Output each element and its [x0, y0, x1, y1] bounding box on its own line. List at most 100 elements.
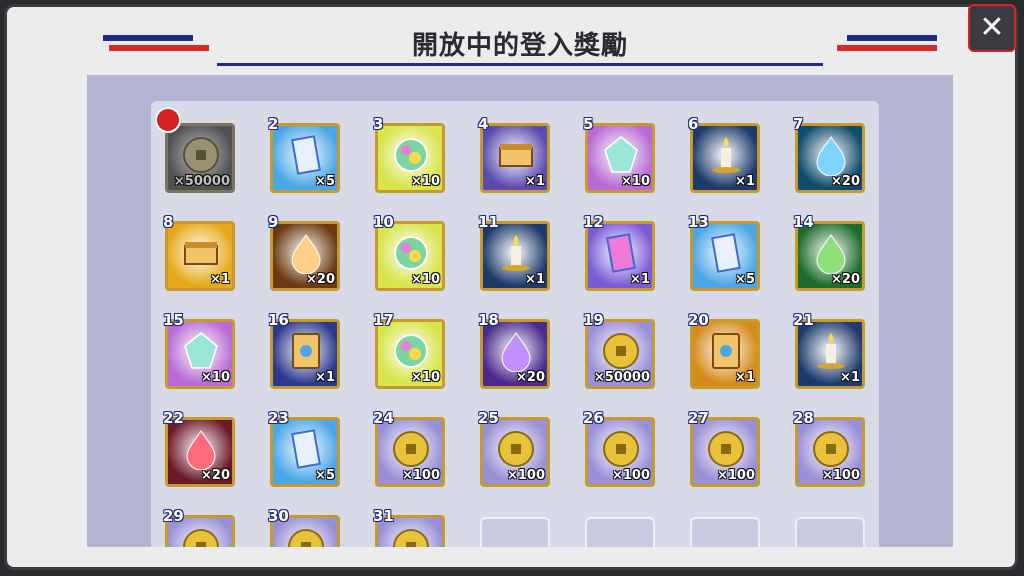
reward-quantity: ×1	[525, 174, 545, 189]
framed-card-icon	[705, 330, 747, 372]
reward-day-number: 30	[268, 507, 289, 525]
reward-slot[interactable]: 30	[268, 507, 340, 547]
reward-slot[interactable]: ×20 9	[268, 213, 340, 291]
reward-slot[interactable]: 31	[373, 507, 445, 547]
ticket-icon	[285, 428, 327, 470]
reward-grid: ×500001 ×5 2 ×10 3 ×1 4 ×10 5 ×1 6 ×20 7 ×1 8 ×20 9 ×10 10…	[151, 101, 879, 547]
reward-day-number: 2	[268, 115, 279, 133]
reward-tile: ×1	[270, 319, 340, 389]
reward-quantity: ×50000	[593, 370, 650, 385]
reward-day-number: 7	[793, 115, 804, 133]
reward-tile: ×100	[480, 417, 550, 487]
reward-slot[interactable]: ×10 5	[583, 115, 655, 193]
reward-slot[interactable]: ×10 10	[373, 213, 445, 291]
gold-coin-icon	[180, 526, 222, 547]
reward-day-number: 13	[688, 213, 709, 231]
reward-quantity: ×20	[516, 370, 545, 385]
reward-quantity: ×20	[831, 174, 860, 189]
empty-reward-slot	[795, 517, 865, 547]
reward-slot[interactable]: 29	[163, 507, 235, 547]
reward-tile: ×1	[690, 319, 760, 389]
red-drop-icon	[180, 428, 222, 471]
reward-tile: ×100	[375, 417, 445, 487]
reward-day-number: 14	[793, 213, 814, 231]
reward-slot[interactable]: ×5 23	[268, 409, 340, 487]
reward-quantity: ×20	[201, 468, 230, 483]
reward-slot[interactable]: ×20 7	[793, 115, 865, 193]
reward-slot[interactable]: ×10 17	[373, 311, 445, 389]
reward-quantity: ×100	[611, 468, 650, 483]
reward-slot[interactable]: ×100 26	[583, 409, 655, 487]
reward-tile: ×10	[375, 221, 445, 291]
reward-slot[interactable]: ×5 2	[268, 115, 340, 193]
crystal-icon	[180, 330, 222, 372]
reward-quantity: ×1	[735, 370, 755, 385]
reward-slot[interactable]: ×1 11	[478, 213, 550, 291]
reward-day-number: 19	[583, 311, 604, 329]
reward-slot[interactable]: ×20 18	[478, 311, 550, 389]
reward-quantity: ×20	[831, 272, 860, 287]
reward-tile: ×1	[585, 221, 655, 291]
reward-day-number: 16	[268, 311, 289, 329]
reward-quantity: ×10	[411, 174, 440, 189]
gold-coin-icon	[600, 330, 642, 372]
reward-day-number: 27	[688, 409, 709, 427]
reward-slot[interactable]: ×50000 19	[583, 311, 655, 389]
reward-day-number: 15	[163, 311, 184, 329]
gold-coin-icon	[180, 134, 222, 176]
reward-day-number: 11	[478, 213, 499, 231]
reward-slot[interactable]: ×1 8	[163, 213, 235, 291]
reward-quantity: ×5	[315, 468, 335, 483]
reward-tile: ×20	[795, 221, 865, 291]
reward-tile: ×1	[480, 221, 550, 291]
reward-tile: ×100	[690, 417, 760, 487]
reward-quantity: ×5	[735, 272, 755, 287]
close-button[interactable]: ✕	[968, 4, 1016, 52]
title-bar: 開放中的登入獎勵	[87, 19, 953, 71]
reward-quantity: ×100	[506, 468, 545, 483]
reward-slot[interactable]: ×1 21	[793, 311, 865, 389]
reward-quantity: ×100	[821, 468, 860, 483]
card-icon	[285, 330, 327, 372]
reward-day-number: 10	[373, 213, 394, 231]
reward-slot[interactable]: ×20 22	[163, 409, 235, 487]
reward-day-number: 22	[163, 409, 184, 427]
reward-tile: ×20	[270, 221, 340, 291]
reward-slot[interactable]: ×100 24	[373, 409, 445, 487]
rainbow-orb-icon	[390, 232, 432, 274]
reward-slot[interactable]: ×500001	[155, 107, 235, 193]
reward-tile: ×50000	[165, 123, 235, 193]
reward-slot[interactable]: ×1 20	[688, 311, 760, 389]
reward-tile: ×1	[165, 221, 235, 291]
reward-slot[interactable]: ×20 14	[793, 213, 865, 291]
reward-quantity: ×1	[735, 174, 755, 189]
gold-coin-icon	[495, 428, 537, 470]
reward-slot[interactable]: ×10 15	[163, 311, 235, 389]
reward-day-number: 24	[373, 409, 394, 427]
reward-slot[interactable]: ×1 12	[583, 213, 655, 291]
reward-quantity: ×1	[210, 272, 230, 287]
reward-slot[interactable]: ×10 3	[373, 115, 445, 193]
reward-quantity: ×10	[201, 370, 230, 385]
reward-slot[interactable]: ×100 25	[478, 409, 550, 487]
gold-coin-icon	[390, 526, 432, 547]
reward-day-number: 8	[163, 213, 174, 231]
reward-slot[interactable]: ×1 4	[478, 115, 550, 193]
reward-day-number: 18	[478, 311, 499, 329]
reward-slot[interactable]: ×1 6	[688, 115, 760, 193]
ticket-icon	[285, 134, 327, 176]
blue-drop-icon	[810, 134, 852, 177]
reward-quantity: ×1	[840, 370, 860, 385]
reward-quantity: ×5	[315, 174, 335, 189]
reward-slot[interactable]: ×5 13	[688, 213, 760, 291]
crystal-icon	[600, 134, 642, 176]
close-icon: ✕	[979, 10, 1005, 45]
page-title: 開放中的登入獎勵	[411, 31, 628, 61]
reward-day-number: 28	[793, 409, 814, 427]
reward-slot[interactable]: ×1 16	[268, 311, 340, 389]
gold-coin-icon	[705, 428, 747, 470]
reward-slot[interactable]: ×100 28	[793, 409, 865, 487]
claimed-badge-icon	[155, 107, 181, 133]
reward-slot[interactable]: ×100 27	[688, 409, 760, 487]
reward-quantity: ×10	[411, 370, 440, 385]
